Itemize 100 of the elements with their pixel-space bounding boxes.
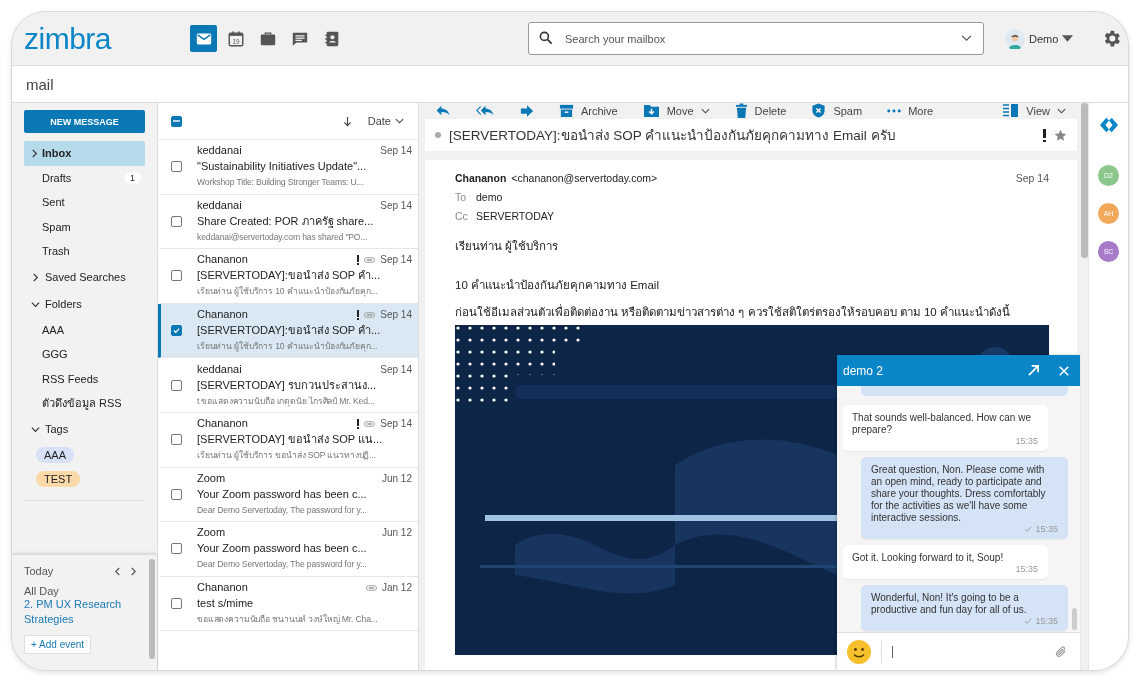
previous-icon[interactable] [114, 566, 121, 576]
tag-chip[interactable]: TEST [36, 471, 81, 488]
chat-message: Great question, Non. Please come with an open mind, ready to participate and share your thoughts. Dress comfortably for the activities as we'll have some interactive sessions. [871, 464, 1047, 524]
chevron-right-icon[interactable] [31, 272, 40, 282]
message-row[interactable]: keddanai Sep 14 "Sustainability Initiatives Update"... Workshop Title: Building Stronger Teams: U... [158, 140, 418, 195]
expand-icon[interactable] [1027, 364, 1040, 377]
sender-name: Zoom [197, 525, 227, 541]
folder-item[interactable]: AAA [24, 317, 145, 342]
logo[interactable]: zimbra [24, 23, 190, 54]
tag-chip[interactable]: AAA [36, 446, 74, 463]
message-preview: เรียนท่าน ผู้ใช้บริการ 10 คำแนะนำป้องกันภัยคุก... [197, 340, 379, 354]
spam-button[interactable]: Spam [811, 103, 863, 118]
agenda-title: Today [24, 565, 55, 577]
section-header[interactable]: Folders [45, 298, 82, 310]
page-title: mail [26, 75, 54, 93]
contacts-icon [322, 29, 341, 48]
chat-title: demo 2 [843, 363, 885, 378]
chevron-down-icon[interactable] [31, 424, 40, 434]
checkbox[interactable] [171, 215, 182, 227]
folder-item[interactable]: Inbox [24, 141, 145, 166]
view-button[interactable]: View [1003, 103, 1066, 118]
checkbox[interactable] [171, 598, 182, 610]
message-date: Jun 12 [381, 472, 412, 484]
message-date: Sep 14 [380, 418, 412, 430]
checkbox[interactable] [171, 161, 182, 173]
sender-name: Chananon [197, 252, 249, 268]
message-preview: ขอแสดงความนับถือ ชนานนท์ วงษ์ใหญ่ Mr. Cha... [197, 613, 379, 627]
caret-icon[interactable] [1062, 35, 1074, 42]
emoji-icon[interactable] [847, 639, 871, 664]
sender-name: Chananon [197, 580, 249, 596]
section-header[interactable]: Saved Searches [45, 271, 126, 283]
recipient-label: Cc [455, 210, 467, 222]
folder-item[interactable]: Trash [24, 239, 145, 264]
message-subject: [SERVERTODAY] ขอนำส่ง SOP แน... [197, 432, 384, 448]
folder-item[interactable]: GGG [24, 342, 145, 367]
folder-item[interactable]: Drafts 1 [24, 165, 145, 190]
briefcase-icon [258, 29, 277, 48]
folder-item[interactable]: RSS Feeds [24, 366, 145, 391]
sender-name: Chananon [455, 172, 507, 184]
message-row[interactable]: Chananon Jan 12 test s/mime ขอแสดงความนับถือ ชนานนท์ วงษ์ใหญ่ Mr. Cha... [158, 576, 418, 632]
check-icon [1024, 526, 1033, 532]
section-header[interactable]: Tags [45, 423, 69, 435]
message-row[interactable]: keddanai Sep 14 Share Created: POR ภาครัฐ share... keddanai@servertoday.com has shared "PO... [158, 194, 418, 250]
reply-button[interactable] [435, 104, 451, 117]
folder-item[interactable]: ตัวดึงข้อมูล RSS [24, 391, 145, 416]
sender-name: Chananon [197, 416, 249, 432]
message-row[interactable]: Zoom Jun 12 Your Zoom password has been c... Dear Demo Servertoday, The password for y... [158, 467, 418, 523]
search-icon [538, 30, 554, 46]
message-preview: เรียนท่าน ผู้ใช้บริการ 10 คำแนะนำป้องกันภัยคุก... [197, 285, 379, 299]
recipient-value: demo [476, 191, 503, 203]
checkbox[interactable] [171, 325, 182, 337]
archive-button[interactable]: Archive [559, 103, 618, 118]
checkbox[interactable] [171, 270, 182, 282]
scrollbar[interactable] [149, 559, 155, 659]
folder-item[interactable]: Spam [24, 214, 145, 239]
checkbox[interactable] [171, 379, 182, 391]
message-time: 15:35 [1035, 616, 1058, 626]
new-message-button[interactable]: NEW MESSAGE [24, 110, 145, 133]
add-event-button[interactable]: + Add event [24, 635, 92, 654]
message-date: Sep 14 [380, 363, 412, 375]
message-row[interactable]: Chananon Sep 14 [SERVERTODAY]:ขอนำส่ง SOP คำ... เรียนท่าน ผู้ใช้บริการ 10 คำแนะนำป้องกันภัยคุก... [158, 303, 418, 359]
message-row[interactable]: Chananon Sep 14 [SERVERTODAY] ขอนำส่ง SOP แน... เรียนท่าน ผู้ใช้บริการ ขอนำส่ง SOP แนวทางปฏิ... [158, 412, 418, 468]
reply-all-button[interactable] [476, 104, 495, 117]
chevron-down-icon[interactable] [31, 299, 40, 309]
message-row[interactable]: keddanai Sep 14 [SERVERTODAY] รบกวนประสานง... t ขอแสดงความนับถือ เกตุดนัย ไกรศิลป์ Mr. Ked... [158, 358, 418, 413]
message-row[interactable]: Chananon Sep 14 [SERVERTODAY]:ขอนำส่ง SOP คำ... เรียนท่าน ผู้ใช้บริการ 10 คำแนะนำป้องกันภัยคุก... [158, 249, 418, 304]
sort-dropdown[interactable]: Date [367, 115, 404, 127]
check-icon [1024, 618, 1033, 624]
more-icon [887, 108, 902, 113]
next-icon[interactable] [130, 566, 137, 576]
sort-direction-icon[interactable] [342, 115, 352, 127]
message-row[interactable]: Zoom Jun 12 Your Zoom password has been c... Dear Demo Servertoday, The password for y... [158, 522, 418, 577]
select-all-checkbox[interactable] [171, 115, 182, 127]
message-preview: Dear Demo Servertoday, The password for y... [197, 558, 368, 572]
close-icon[interactable] [1058, 364, 1070, 377]
message-date: Sep 14 [1015, 172, 1049, 184]
move-button[interactable]: Move [642, 103, 710, 118]
more-button[interactable]: More [887, 104, 934, 117]
body-text: เรียนท่าน ผู้ใช้บริการ [455, 239, 560, 255]
chevron-down-icon [395, 118, 404, 124]
chevron-right-icon[interactable] [30, 148, 39, 158]
user-menu[interactable]: Demo [1029, 32, 1059, 45]
scrollbar[interactable] [1081, 103, 1088, 258]
mail-app-button[interactable] [190, 25, 217, 52]
chevron-down-icon[interactable] [961, 35, 972, 42]
search-field[interactable]: Search your mailbox [528, 22, 984, 55]
minus-icon [173, 120, 180, 122]
all-day-label: All Day [24, 585, 59, 597]
folder-icon [642, 103, 660, 118]
checkbox[interactable] [171, 543, 182, 555]
checkbox[interactable] [171, 488, 182, 500]
star-icon[interactable] [1054, 128, 1067, 142]
paperclip-icon[interactable] [1054, 644, 1068, 659]
folder-item[interactable]: Sent [24, 190, 145, 215]
scrollbar[interactable] [1072, 608, 1077, 630]
diamond-logo-icon[interactable] [1097, 116, 1120, 134]
event-link[interactable]: 2. PM UX Research Strategies [24, 597, 137, 627]
delete-button[interactable]: Delete [734, 103, 787, 118]
forward-button[interactable] [520, 103, 534, 118]
checkbox[interactable] [171, 434, 182, 446]
